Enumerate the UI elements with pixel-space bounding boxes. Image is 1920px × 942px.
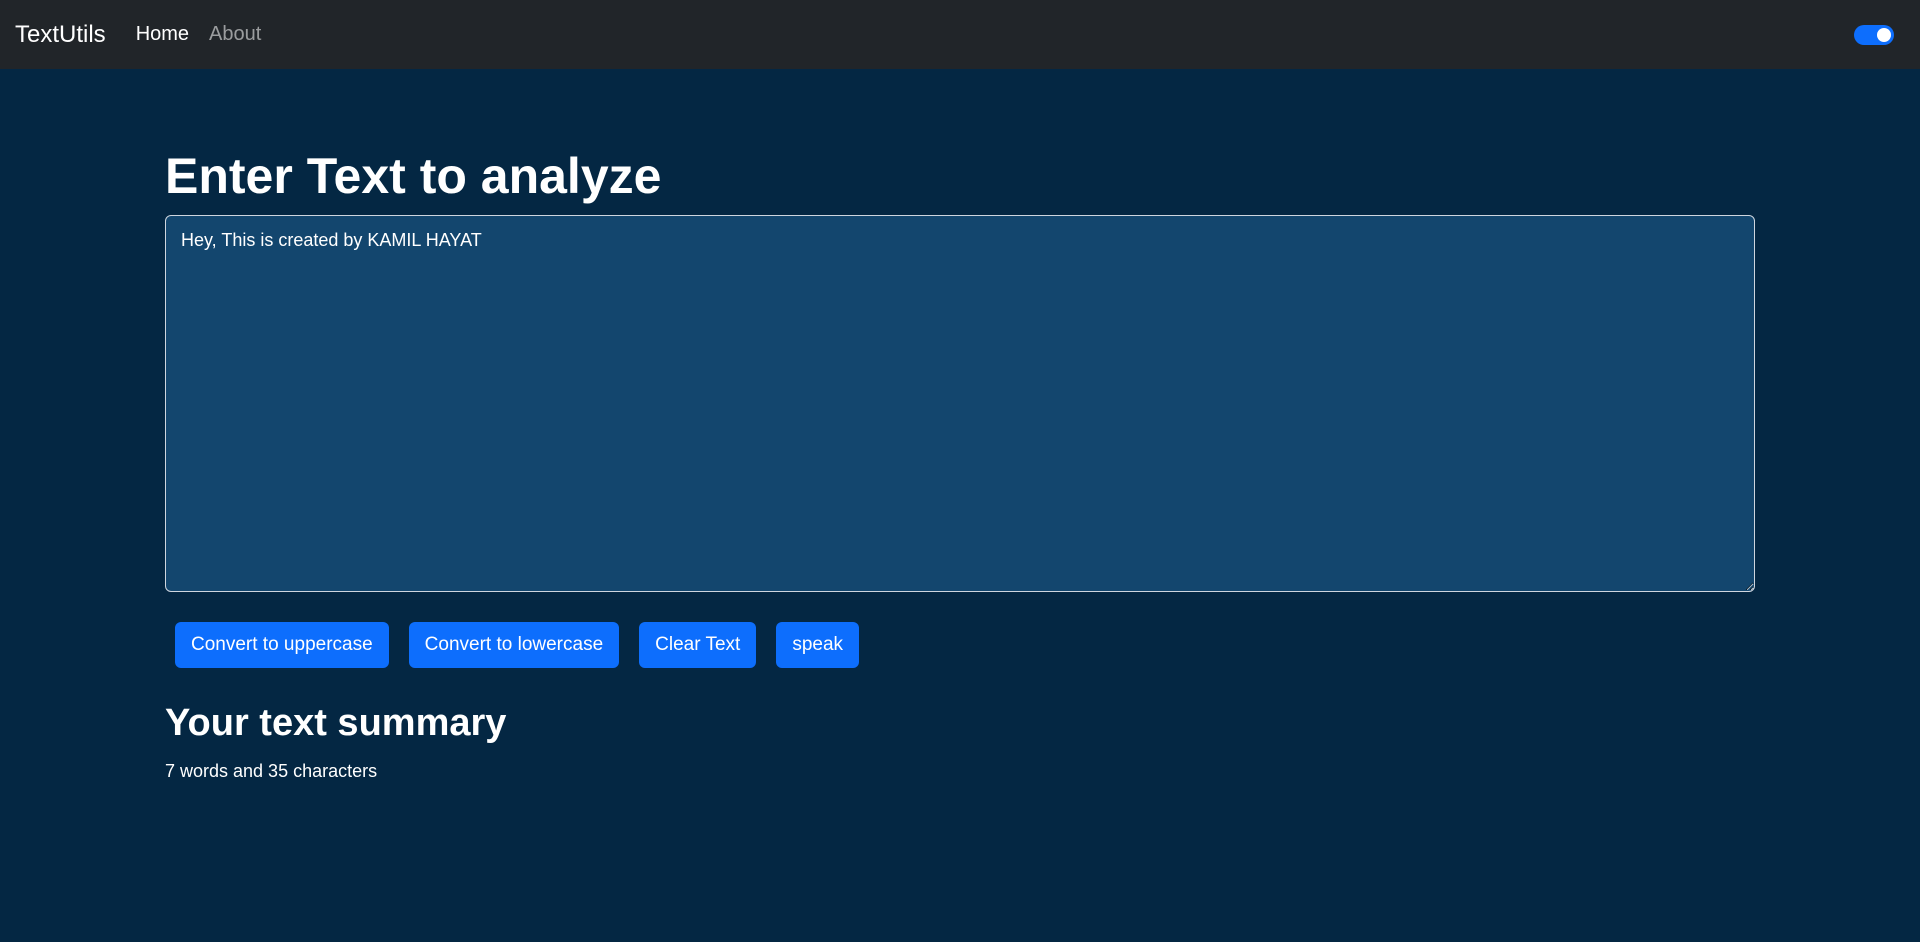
navbar: TextUtils Home About bbox=[0, 0, 1920, 69]
text-input[interactable] bbox=[165, 214, 1755, 592]
nav-link-home[interactable]: Home bbox=[136, 23, 189, 46]
uppercase-button[interactable]: Convert to uppercase bbox=[175, 621, 389, 668]
lowercase-button[interactable]: Convert to lowercase bbox=[408, 621, 620, 668]
button-row: Convert to uppercase Convert to lowercas… bbox=[175, 621, 1755, 668]
summary-heading: Your text summary bbox=[165, 701, 507, 744]
toggle-knob bbox=[1877, 28, 1891, 42]
nav-link-about[interactable]: About bbox=[209, 23, 261, 46]
dark-mode-toggle[interactable] bbox=[1854, 25, 1894, 45]
clear-text-button[interactable]: Clear Text bbox=[639, 621, 757, 668]
page-heading: Enter Text to analyze bbox=[165, 148, 662, 204]
summary-text: 7 words and 35 characters bbox=[165, 760, 378, 781]
brand-link[interactable]: TextUtils bbox=[15, 21, 106, 49]
main-container: Enter Text to analyze Convert to upperca… bbox=[165, 150, 1755, 782]
speak-button[interactable]: speak bbox=[776, 621, 860, 668]
